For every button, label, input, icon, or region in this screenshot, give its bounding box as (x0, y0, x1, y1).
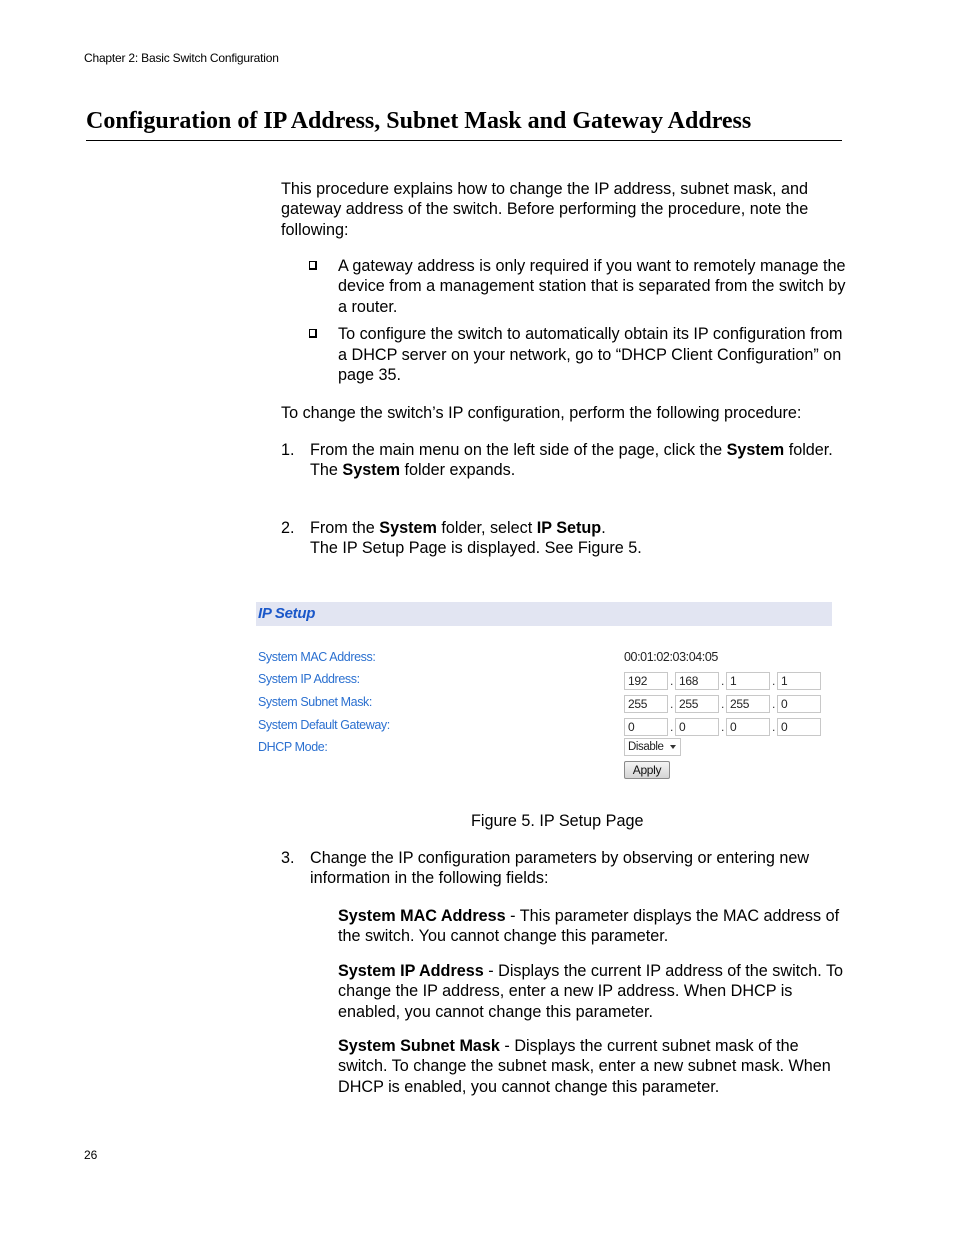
octet-separator: . (670, 697, 673, 711)
intro-paragraph: This procedure explains how to change th… (281, 180, 809, 239)
step-number: 2. (281, 519, 295, 537)
parameter-description: System Subnet Mask - Displays the curren… (338, 1036, 848, 1097)
apply-row: Apply (258, 761, 832, 781)
subnet-mask-row: System Subnet Mask: 255 . 255 . 255 . 0 (258, 693, 832, 713)
note-text: A gateway address is only required if yo… (338, 257, 846, 316)
dhcp-mode-selected-value: Disable (628, 741, 664, 753)
procedure-step-2: 2. From the System folder, select IP Set… (281, 518, 846, 559)
mask-octet-3-input[interactable]: 255 (726, 695, 770, 713)
step-number: 3. (281, 849, 295, 867)
note-item: To configure the switch to automatically… (309, 324, 849, 385)
mask-octet-4-input[interactable]: 0 (777, 695, 821, 713)
figure-caption: Figure 5. IP Setup Page (471, 812, 644, 830)
parameter-term: System Subnet Mask (338, 1037, 500, 1055)
octet-separator: . (670, 720, 673, 734)
parameter-description: System IP Address - Displays the current… (338, 961, 848, 1022)
octet-separator: . (772, 697, 775, 711)
default-gateway-input-group: 0 . 0 . 0 . 0 (624, 716, 821, 738)
ip-address-input-group: 192 . 168 . 1 . 1 (624, 670, 821, 692)
mac-address-value: 00:01:02:03:04:05 (624, 650, 718, 664)
gateway-octet-4-input[interactable]: 0 (777, 718, 821, 736)
step-result: The (310, 461, 343, 480)
step-result: The IP Setup Page is displayed. See Figu… (310, 539, 642, 558)
ip-octet-3-input[interactable]: 1 (726, 672, 770, 690)
ip-setup-figure: IP Setup System MAC Address: 00:01:02:03… (256, 602, 832, 782)
step-text: From the (310, 519, 380, 537)
apply-button[interactable]: Apply (624, 761, 670, 779)
step-text: folder. (784, 441, 833, 459)
ip-octet-4-input[interactable]: 1 (777, 672, 821, 690)
page-number: 26 (84, 1148, 98, 1162)
checkbox-bullet-icon (309, 329, 317, 339)
note-item: A gateway address is only required if yo… (309, 256, 849, 317)
dhcp-mode-row: DHCP Mode: Disable (258, 738, 832, 758)
step-emphasis: System (726, 441, 785, 459)
parameter-term: System IP Address (338, 962, 484, 980)
mask-octet-2-input[interactable]: 255 (675, 695, 719, 713)
step-emphasis: System (379, 519, 437, 537)
octet-separator: . (772, 720, 775, 734)
page-title: Configuration of IP Address, Subnet Mask… (86, 106, 842, 141)
mac-address-label: System MAC Address: (258, 650, 376, 664)
parameter-term: System MAC Address (338, 907, 506, 925)
gateway-octet-1-input[interactable]: 0 (624, 718, 668, 736)
step-text: From the main menu on the left side of t… (310, 441, 727, 459)
chevron-down-icon (670, 745, 676, 749)
subnet-mask-input-group: 255 . 255 . 255 . 0 (624, 693, 821, 715)
step-text: Change the IP configuration parameters b… (310, 849, 810, 888)
step-emphasis: System (342, 461, 400, 480)
default-gateway-label: System Default Gateway: (258, 718, 390, 732)
ip-setup-header: IP Setup (256, 602, 832, 626)
ip-address-label: System IP Address: (258, 672, 360, 686)
gateway-octet-3-input[interactable]: 0 (726, 718, 770, 736)
default-gateway-row: System Default Gateway: 0 . 0 . 0 . 0 (258, 716, 832, 736)
octet-separator: . (772, 674, 775, 688)
step-number: 1. (281, 441, 295, 459)
ip-address-row: System IP Address: 192 . 168 . 1 . 1 (258, 670, 832, 690)
octet-separator: . (670, 674, 673, 688)
octet-separator: . (721, 720, 724, 734)
procedure-step-3: 3. Change the IP configuration parameter… (281, 848, 846, 889)
checkbox-bullet-icon (309, 261, 317, 270)
octet-separator: . (721, 697, 724, 711)
subnet-mask-label: System Subnet Mask: (258, 695, 372, 709)
step-result: folder expands. (400, 461, 516, 480)
procedure-lead: To change the switch’s IP configuration,… (281, 404, 802, 422)
step-text: . (601, 519, 606, 537)
octet-separator: . (721, 674, 724, 688)
dhcp-mode-label: DHCP Mode: (258, 740, 328, 754)
procedure-step-1: 1. From the main menu on the left side o… (281, 440, 846, 481)
note-list: A gateway address is only required if yo… (309, 256, 849, 393)
ip-octet-2-input[interactable]: 168 (675, 672, 719, 690)
mask-octet-1-input[interactable]: 255 (624, 695, 668, 713)
step-emphasis: IP Setup (536, 519, 602, 537)
mac-address-row: System MAC Address: 00:01:02:03:04:05 (258, 648, 832, 668)
step-text: folder, select (436, 519, 537, 537)
note-text: To configure the switch to automatically… (338, 325, 843, 384)
ip-octet-1-input[interactable]: 192 (624, 672, 668, 690)
parameter-description: System MAC Address - This parameter disp… (338, 906, 848, 947)
running-head: Chapter 2: Basic Switch Configuration (84, 51, 279, 65)
dhcp-mode-select[interactable]: Disable (624, 738, 681, 756)
gateway-octet-2-input[interactable]: 0 (675, 718, 719, 736)
